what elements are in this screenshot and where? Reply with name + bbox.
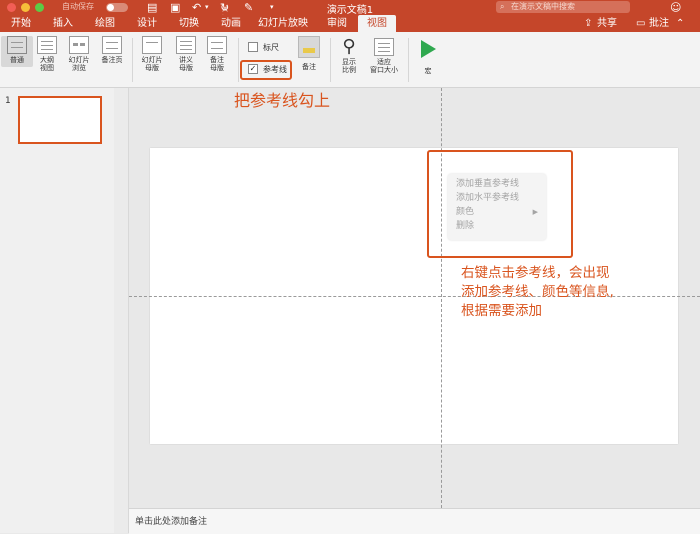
slide-number: 1 — [5, 96, 11, 106]
slide-sorter-icon — [69, 36, 89, 54]
feedback-smiley-icon[interactable]: ☺ — [670, 0, 681, 15]
fit-to-window-label-1: 适应 — [377, 58, 391, 66]
fit-to-window-button[interactable]: 适应 窗口大小 — [366, 38, 402, 74]
handout-master-icon — [176, 36, 196, 54]
horizontal-guide[interactable] — [129, 296, 700, 297]
handout-master-label-2: 母版 — [179, 64, 193, 72]
magnifier-icon: ⚲ — [342, 36, 356, 57]
ribbon-separator — [330, 38, 331, 82]
notes-placeholder: 单击此处添加备注 — [135, 517, 208, 527]
tab-review[interactable]: 审阅 — [320, 15, 354, 32]
guides-highlight-box — [240, 60, 292, 80]
slide-master-icon — [142, 36, 162, 54]
outline-view-label-1: 大纲 — [40, 56, 54, 64]
annotation-line-2: 添加参考线、颜色等信息, — [461, 284, 614, 300]
macros-button[interactable]: 宏 — [412, 40, 444, 75]
slide-master-label-2: 母版 — [145, 64, 159, 72]
annotation-right-click: 右键点击参考线，会出现 添加参考线、颜色等信息, 根据需要添加 — [461, 264, 614, 321]
tab-animations[interactable]: 动画 — [214, 15, 248, 32]
search-placeholder: 在演示文稿中搜索 — [511, 2, 575, 11]
normal-view-label: 普通 — [10, 56, 24, 64]
normal-view-icon — [7, 36, 27, 54]
annotation-check-guides: 把参考线勾上 — [234, 91, 331, 110]
macros-label: 宏 — [424, 67, 432, 75]
handout-master-label-1: 讲义 — [179, 56, 193, 64]
comments-button[interactable]: 批注 — [649, 15, 669, 32]
annotation-line-1: 右键点击参考线，会出现 — [461, 265, 610, 281]
fit-to-window-icon — [374, 38, 394, 56]
notes-page-label: 备注页 — [101, 56, 123, 64]
notes-master-icon — [207, 36, 227, 54]
ribbon-separator — [132, 38, 133, 82]
normal-view-button[interactable]: 普通 — [1, 36, 33, 67]
tab-design[interactable]: 设计 — [130, 15, 164, 32]
notes-master-button[interactable]: 备注 母版 — [201, 36, 233, 72]
ribbon-collapse-icon[interactable]: ⌃ — [676, 15, 684, 32]
outline-view-button[interactable]: 大纲 视图 — [31, 36, 63, 72]
slide-thumbnail[interactable] — [18, 96, 102, 144]
tab-draw[interactable]: 绘图 — [88, 15, 122, 32]
zoom-label-2: 比例 — [342, 66, 356, 74]
ribbon-separator — [238, 38, 239, 82]
ruler-checkbox[interactable]: 标尺 — [248, 41, 279, 54]
slide-sorter-label-1: 幻灯片 — [68, 56, 90, 64]
tab-insert[interactable]: 插入 — [46, 15, 80, 32]
search-icon: ⌕ — [500, 2, 505, 11]
slide-master-button[interactable]: 幻灯片 母版 — [136, 36, 168, 72]
ribbon-tab-bar: 开始 插入 绘图 设计 切换 动画 幻灯片放映 审阅 视图 ⇪ 共享 ▭ 批注 … — [0, 15, 700, 32]
search-input[interactable]: ⌕ 在演示文稿中搜索 — [496, 1, 630, 13]
handout-master-button[interactable]: 讲义 母版 — [170, 36, 202, 72]
zoom-button[interactable]: ⚲ 显示 比例 — [333, 36, 365, 75]
notes-button[interactable]: 备注 — [296, 36, 322, 72]
tab-home[interactable]: 开始 — [4, 15, 38, 32]
pane-splitter[interactable] — [114, 88, 129, 533]
share-button[interactable]: 共享 — [597, 15, 617, 32]
tab-transitions[interactable]: 切换 — [172, 15, 206, 32]
notes-master-label-2: 母版 — [210, 64, 224, 72]
notes-master-label-1: 备注 — [210, 56, 224, 64]
slide-sorter-label-2: 浏览 — [72, 64, 86, 72]
tab-view[interactable]: 视图 — [358, 15, 396, 32]
notes-label: 备注 — [302, 63, 316, 71]
notes-icon — [298, 36, 320, 58]
outline-view-label-2: 视图 — [40, 64, 54, 72]
share-icon[interactable]: ⇪ — [584, 15, 592, 32]
ruler-label: 标尺 — [263, 43, 279, 52]
comment-icon[interactable]: ▭ — [636, 15, 645, 32]
ruler-checkbox-box — [248, 41, 258, 52]
notes-page-icon — [102, 36, 122, 54]
title-bar: 自动保存 关闭 ▤ ▣ ↶ ▾ ↻ ✎ ▾ 演示文稿1 ⌕ 在演示文稿中搜索 ☺ — [0, 0, 700, 22]
notes-page-button[interactable]: 备注页 — [96, 36, 128, 64]
outline-view-icon — [37, 36, 57, 54]
tab-slideshow[interactable]: 幻灯片放映 — [254, 15, 312, 32]
play-macro-icon — [420, 40, 436, 58]
slide-thumbnail-pane: 1 — [0, 88, 115, 533]
notes-pane[interactable]: 单击此处添加备注 — [129, 508, 700, 534]
slide-master-label-1: 幻灯片 — [141, 56, 163, 64]
slide-sorter-button[interactable]: 幻灯片 浏览 — [63, 36, 95, 72]
zoom-label-1: 显示 — [342, 58, 356, 66]
context-menu-highlight-box — [427, 150, 573, 258]
annotation-line-3: 根据需要添加 — [461, 303, 542, 319]
fit-to-window-label-2: 窗口大小 — [370, 66, 398, 74]
ribbon-separator — [408, 38, 409, 82]
